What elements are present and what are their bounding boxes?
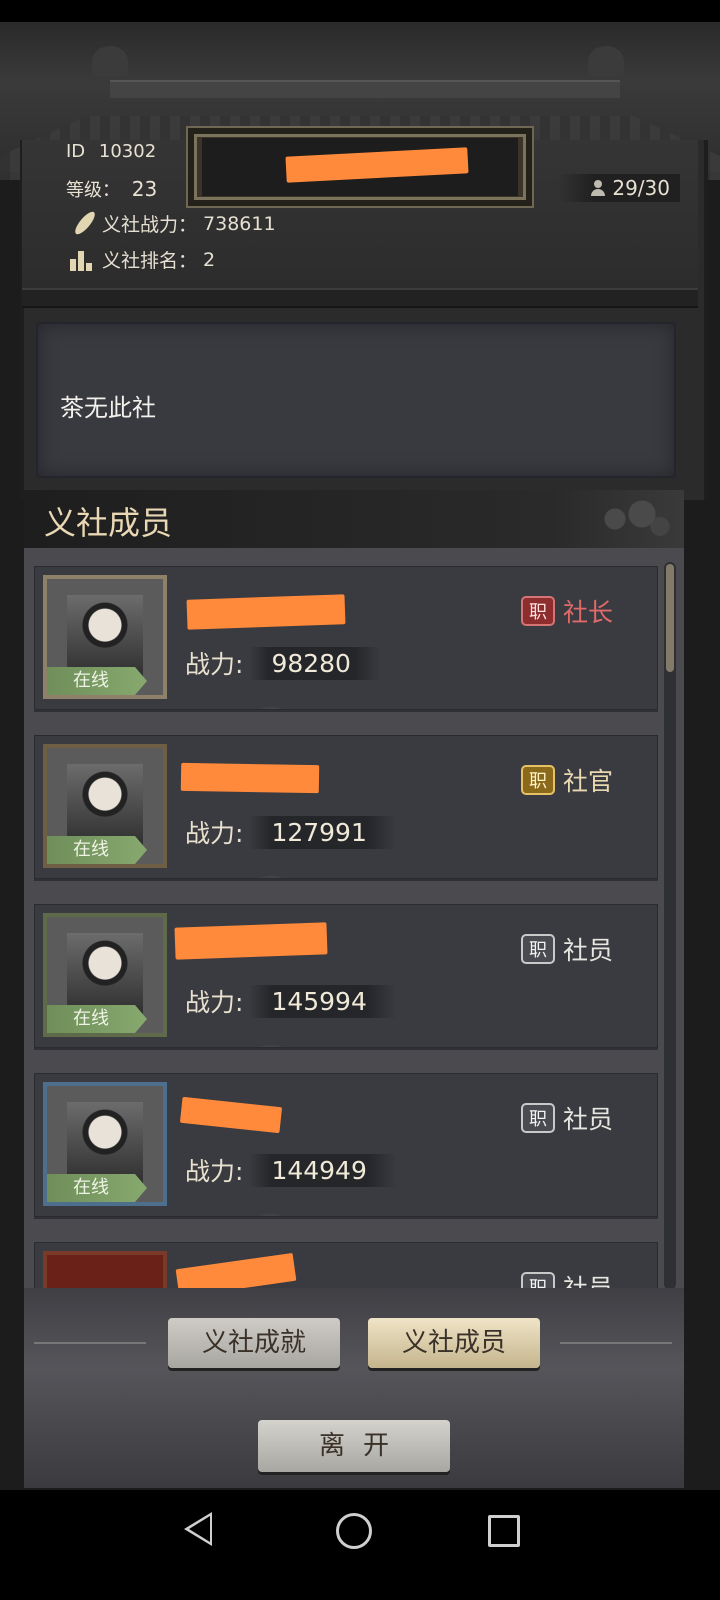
member-power: 战力: 144949 [185, 1152, 397, 1188]
guild-level-label: 等级： [66, 180, 120, 201]
role-icon: 职 [520, 1103, 555, 1133]
member-power-value: 98280 [249, 646, 381, 680]
member-list[interactable]: 在线 战力: 98280 职 社长 在线 战力: 127991 职 社官 在线 … [24, 548, 684, 1288]
bars-icon [70, 249, 96, 271]
leave-button[interactable]: 离开 [258, 1420, 450, 1472]
member-card[interactable]: 在线 战力: 98280 职 社长 [34, 566, 658, 710]
guild-id-label: ID [66, 141, 86, 162]
roof-ornament-right [588, 46, 624, 76]
redaction-mark [179, 1096, 283, 1134]
member-power-label: 战力: [185, 650, 244, 679]
cloud-ornament [588, 494, 678, 544]
online-status: 在线 [47, 1174, 147, 1202]
guild-name-plaque [186, 126, 534, 208]
member-role: 职 社员 [520, 931, 613, 967]
member-avatar[interactable]: 在线 [43, 913, 167, 1037]
member-count-value: 29/30 [612, 176, 670, 200]
member-avatar[interactable] [43, 1251, 167, 1288]
person-icon [590, 180, 606, 196]
guild-level: 等级： 23 [66, 176, 157, 202]
member-role: 职 社官 [520, 762, 613, 798]
online-status: 在线 [47, 836, 147, 864]
member-avatar[interactable]: 在线 [43, 744, 167, 868]
guild-name-frame [202, 138, 518, 196]
role-label: 社员 [562, 936, 613, 965]
member-role: 职 社长 [520, 593, 613, 629]
role-label: 社员 [563, 1269, 613, 1288]
redaction-mark [174, 922, 328, 960]
guild-level-value: 23 [131, 177, 158, 201]
redaction-mark [285, 147, 469, 183]
guild-rank-row: 义社排名： 2 [70, 246, 215, 273]
tab-achievements[interactable]: 义社成就 [168, 1318, 340, 1368]
redaction-mark [175, 1252, 297, 1288]
member-power: 战力: 98280 [185, 645, 381, 681]
guild-id-value: 10302 [98, 141, 157, 162]
announcement-text: 茶无此社 [60, 394, 156, 422]
roof-ornament-left [92, 46, 128, 76]
role-icon: 职 [520, 1272, 555, 1288]
role-icon: 职 [520, 934, 555, 964]
member-power: 战力: 127991 [185, 814, 397, 850]
role-label: 社长 [562, 598, 613, 627]
member-card[interactable]: 在线 战力: 145994 职 社员 [34, 904, 658, 1048]
guild-rank-value: 2 [203, 248, 216, 271]
back-triangle-icon[interactable] [184, 1512, 212, 1546]
members-section-title: 义社成员 [44, 504, 173, 542]
tab-members[interactable]: 义社成员 [368, 1318, 540, 1368]
role-icon: 职 [520, 596, 555, 626]
redaction-mark [180, 762, 320, 794]
member-avatar[interactable]: 在线 [43, 575, 167, 699]
member-avatar[interactable]: 在线 [43, 1082, 167, 1206]
member-card[interactable]: 在线 战力: 127991 职 社官 [34, 735, 658, 879]
role-label: 社官 [562, 767, 613, 796]
member-power-value: 127991 [249, 815, 397, 849]
recent-square-icon[interactable] [488, 1515, 520, 1547]
guild-rank-label: 义社排名： [102, 250, 198, 272]
member-power-value: 145994 [249, 984, 397, 1018]
members-section-header: 义社成员 [24, 490, 684, 548]
roof-ridge [110, 80, 620, 98]
role-icon: 职 [520, 765, 555, 795]
member-count: 29/30 [558, 174, 680, 202]
guild-power-label: 义社战力： [102, 214, 198, 236]
online-status: 在线 [47, 1005, 147, 1033]
status-bar [0, 0, 720, 22]
role-label: 社员 [562, 1105, 613, 1134]
online-status: 在线 [47, 667, 147, 695]
guild-power-row: 义社战力： 738611 [70, 210, 276, 237]
scrollbar-thumb[interactable] [666, 564, 674, 672]
divider-right [560, 1342, 672, 1344]
member-power-value: 144949 [249, 1153, 397, 1187]
member-power-label: 战力: [185, 1157, 244, 1186]
guild-power-value: 738611 [203, 212, 276, 235]
member-power-label: 战力: [185, 988, 244, 1017]
member-card[interactable]: 在线 战力: 144949 职 社员 [34, 1073, 658, 1217]
home-circle-icon[interactable] [336, 1513, 372, 1549]
beam-divider [22, 288, 698, 308]
redaction-mark [186, 594, 346, 630]
member-power-label: 战力: [185, 819, 244, 848]
divider-left [34, 1342, 146, 1344]
member-role: 职 社员 [520, 1100, 613, 1136]
member-role: 职 社员 [520, 1269, 613, 1288]
announcement-box: 茶无此社 [36, 322, 676, 478]
guild-id: ID 10302 [66, 141, 156, 162]
member-card[interactable]: 职 社员 [34, 1242, 658, 1288]
member-power: 战力: 145994 [185, 983, 397, 1019]
feather-icon [70, 211, 96, 237]
